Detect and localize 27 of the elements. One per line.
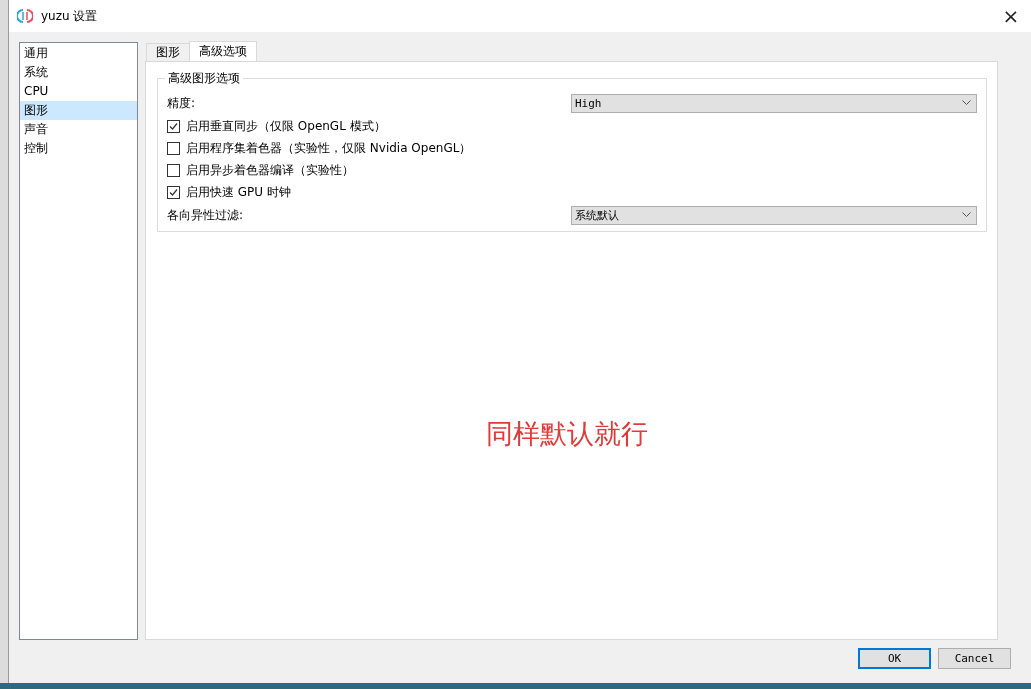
window-title: yuzu 设置 [41, 7, 99, 25]
chevron-down-icon [962, 212, 971, 218]
field-label: 各向异性过滤: [167, 206, 244, 224]
sidebar-item[interactable]: CPU [20, 82, 137, 101]
close-button[interactable]: × [991, 1, 1031, 31]
checkmark-icon [168, 120, 179, 132]
dropdown[interactable]: 系统默认 [571, 205, 977, 225]
sidebar-item[interactable]: 图形 [20, 101, 137, 120]
chevron-down-icon [962, 100, 971, 106]
dialog-button[interactable]: OK [858, 648, 931, 669]
tab[interactable]: 高级选项 [189, 41, 257, 61]
sidebar-item[interactable]: 通用 [20, 44, 137, 63]
sidebar-item[interactable]: 声音 [20, 120, 137, 139]
app-logo-icon [17, 8, 33, 24]
checkbox[interactable]: 启用垂直同步（仅限 OpenGL 模式） [167, 115, 386, 137]
tab[interactable]: 图形 [146, 43, 190, 61]
dialog-button[interactable]: Cancel [938, 648, 1011, 669]
checkbox[interactable]: 启用快速 GPU 时钟 [167, 181, 291, 203]
checkmark-icon [168, 186, 179, 198]
field-label: 精度: [167, 94, 196, 112]
annotation-text: 同样默认就行 [486, 417, 648, 451]
sidebar-item[interactable]: 系统 [20, 63, 137, 82]
sidebar-item[interactable]: 控制 [20, 139, 137, 158]
dropdown[interactable]: High [571, 93, 977, 113]
group-title: 高级图形选项 [165, 70, 243, 87]
checkbox[interactable]: 启用程序集着色器（实验性，仅限 Nvidia OpenGL） [167, 137, 472, 159]
checkbox[interactable]: 启用异步着色器编译（实验性） [167, 159, 354, 181]
